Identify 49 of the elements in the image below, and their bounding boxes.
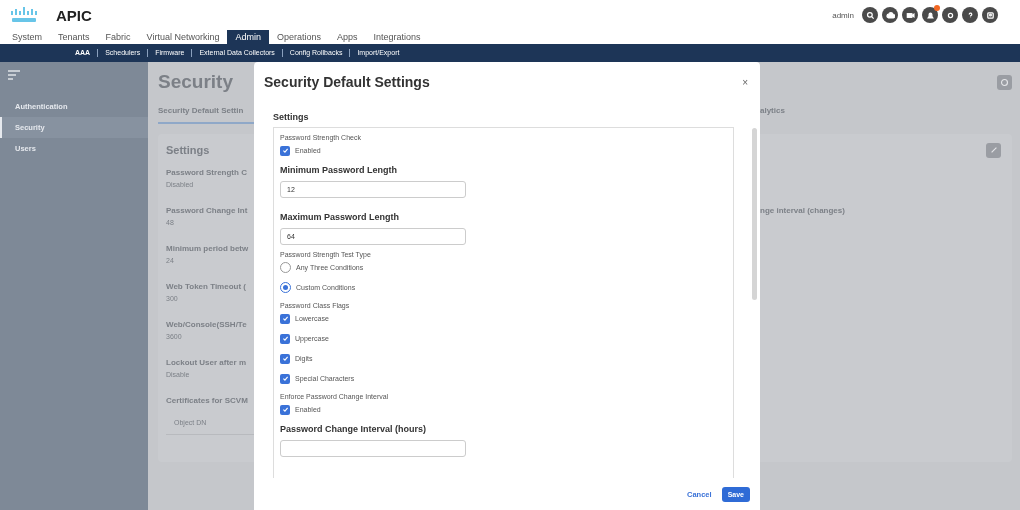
nav-tab[interactable]: Admin [227,30,269,44]
settings-icon [945,10,955,20]
nav-tab[interactable]: Tenants [50,30,98,44]
help-button[interactable] [962,7,978,23]
nav-tab[interactable]: Virtual Networking [138,30,228,44]
field-label: Lockout User after m [166,358,248,367]
card-title: Settings [166,144,210,156]
checkbox[interactable] [280,145,290,156]
user-icon [985,10,995,20]
bell-button[interactable] [922,7,938,23]
search-icon [865,10,875,20]
input-field[interactable] [280,440,466,457]
cloud-button[interactable] [882,7,898,23]
camera-button[interactable] [902,7,918,23]
edit-icon [989,146,998,154]
settings-button[interactable] [942,7,958,23]
nav-tab[interactable]: Operations [268,30,329,44]
nav-tab[interactable]: Fabric [97,30,139,44]
field-label: Web Token Timeout ( [166,282,247,291]
user-name: admin [832,10,854,20]
nav-tab[interactable]: System [4,30,50,44]
checkbox[interactable] [280,404,290,415]
field-label: Minimum Password Length [280,165,398,175]
field-label: Web/Console(SSH/Te [166,320,248,329]
field-label: Minimum period betw [166,244,250,253]
nav-tab[interactable]: Integrations [365,30,429,44]
refresh-icon [1000,77,1009,87]
field-label: Password Change Int [166,206,249,215]
cisco-logo [10,6,38,24]
bell-icon [925,10,935,20]
checkbox[interactable] [280,373,290,384]
dialog-title: Security Default Settings [264,74,430,90]
page-title: Security [158,71,233,93]
camera-icon [905,10,915,20]
search-button[interactable] [862,7,878,23]
checkbox[interactable] [280,333,290,344]
checkbox[interactable] [280,353,290,364]
checkbox[interactable] [280,313,290,324]
field-label: nge interval (changes) [760,206,846,217]
product-name: APIC [56,6,92,24]
field-label: Password Change Interval (hours) [280,424,428,434]
cloud-icon [885,10,895,20]
section-title: Settings [273,112,310,122]
user-button[interactable] [982,7,998,23]
nav-tab[interactable]: Apps [329,30,366,44]
field-label: Maximum Password Length [280,212,401,222]
close-button[interactable]: × [742,76,748,88]
field-label: Certificates for SCVM [166,396,249,405]
field-label: Password Strength C [166,168,248,177]
